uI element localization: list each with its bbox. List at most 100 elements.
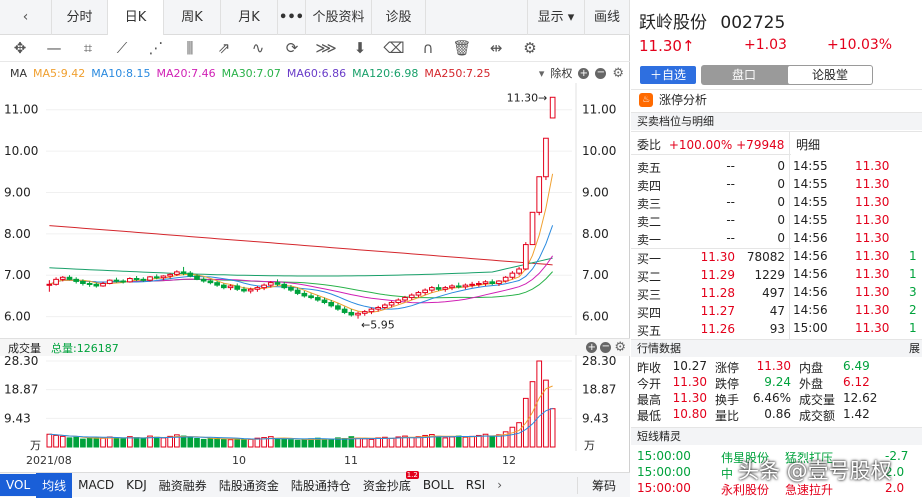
candle-body <box>261 284 267 289</box>
crop-icon[interactable]: ⌗ <box>71 35 105 62</box>
indicator-ma[interactable]: 均线 <box>36 472 73 498</box>
volume-chart[interactable]: 28.30 28.30 18.87 18.87 9.43 9.43 万 万 <box>0 355 630 451</box>
volume-bar <box>449 436 455 448</box>
cycle-icon[interactable]: ⟳ <box>275 35 309 62</box>
candle-body <box>174 271 180 275</box>
eraser-icon[interactable]: ⌫ <box>377 35 411 62</box>
indicator-kdj[interactable]: KDJ <box>120 478 153 492</box>
tick-row: 14:56 11.30 1 <box>793 249 922 267</box>
candle-body <box>469 283 475 286</box>
arrow-down-icon[interactable]: ⬇ <box>343 35 377 62</box>
tab-monthly-k[interactable]: 月K <box>221 0 278 35</box>
tab-intraday[interactable]: 分时 <box>52 0 108 35</box>
tab-daily-k[interactable]: 日K <box>108 0 164 35</box>
vertical-lines-icon[interactable]: ⫼ <box>173 35 207 62</box>
split-icon[interactable]: ⇹ <box>479 35 513 62</box>
tab-forum[interactable]: 论股堂 <box>788 66 872 84</box>
ask-row: 卖四 -- 0 <box>631 177 791 195</box>
candle-body <box>502 276 509 282</box>
ma-dropdown-icon[interactable]: ▾ <box>539 67 545 80</box>
tab-weekly-k[interactable]: 周K <box>164 0 221 35</box>
back-icon[interactable]: ‹ <box>0 0 52 35</box>
quote-value: 11.30 <box>756 359 791 373</box>
crosshair-icon[interactable]: ✥ <box>3 35 37 62</box>
volume-bar <box>214 437 220 448</box>
indicator-hk-flow[interactable]: 陆股通资金 <box>213 477 285 494</box>
volume-bar <box>415 436 422 448</box>
date-tick: 10 <box>232 454 246 467</box>
bid-level: 买五 <box>637 324 662 338</box>
price-tick-left: 7.00 <box>4 268 31 282</box>
candle-body <box>147 276 153 281</box>
limit-up-analysis[interactable]: ♨ 涨停分析 <box>631 89 922 109</box>
add-watchlist-button[interactable]: ＋自选 <box>640 66 696 84</box>
ma-item: MA5:9.42 <box>33 66 86 80</box>
stock-header: 跃岭股份 002725 <box>639 8 919 33</box>
trend-channel-icon[interactable]: ⇗ <box>207 35 241 62</box>
indicator-vol[interactable]: VOL <box>0 474 37 496</box>
fibonacci-icon[interactable]: ⋙ <box>309 35 343 62</box>
draw-line-button[interactable]: 画线 <box>585 0 630 35</box>
indicator-boll[interactable]: BOLL <box>417 478 460 492</box>
chart-settings-icon[interactable]: ⚙ <box>612 66 624 81</box>
pattern-icon[interactable]: ⋰ <box>139 35 173 62</box>
indicator-margin[interactable]: 融资融券 <box>153 477 213 494</box>
ask-price: -- <box>726 195 735 209</box>
settings-icon[interactable]: ⚙ <box>513 35 547 62</box>
volume-bar <box>59 435 66 448</box>
candle-body <box>496 280 502 284</box>
add-indicator-icon[interactable]: + <box>578 67 590 79</box>
volume-remove-icon[interactable]: − <box>600 342 612 353</box>
fan-lines-icon[interactable]: ⟋ <box>105 35 139 62</box>
tab-stock-profile[interactable]: 个股资料 <box>306 0 372 35</box>
detail-label: 明细 <box>796 138 821 152</box>
tick-price: 11.30 <box>855 249 890 263</box>
volume-bar <box>207 438 214 448</box>
candle-body <box>59 276 66 280</box>
indicator-bottom-fishing[interactable]: 资金抄底 1.2 <box>357 470 419 494</box>
volume-bar <box>469 435 475 448</box>
ma250-line <box>49 225 553 266</box>
volume-settings-icon[interactable]: ⚙ <box>614 340 626 355</box>
ask-level: 卖四 <box>637 179 662 193</box>
adjust-label[interactable]: 除权 <box>550 65 572 81</box>
stock-name: 跃岭股份 <box>639 13 707 33</box>
quote-expand[interactable]: 展 <box>909 340 920 357</box>
display-dropdown[interactable]: 显示 ▾ <box>527 0 585 35</box>
quote-label: 量比 <box>715 409 740 423</box>
volume-bar <box>355 437 361 448</box>
vol-unit-right: 万 <box>584 439 595 451</box>
trash-icon[interactable]: 🗑 <box>445 35 479 62</box>
volume-add-icon[interactable]: + <box>586 342 598 353</box>
magnet-icon[interactable]: ∩ <box>411 35 445 62</box>
volume-bar <box>536 360 543 448</box>
tab-pankou[interactable]: 盘口 <box>701 65 787 85</box>
quote-row: 今开 11.30 跌停 9.24 外盘 6.12 <box>631 375 922 391</box>
chip-distribution-button[interactable]: 筹码 <box>576 476 630 494</box>
bid-volume: 47 <box>769 304 785 318</box>
quote-label: 内盘 <box>799 361 824 375</box>
quote-value: 6.12 <box>843 375 870 389</box>
indicator-next-icon[interactable]: › <box>491 478 508 492</box>
candle-body <box>335 305 341 310</box>
indicator-macd[interactable]: MACD <box>72 478 120 492</box>
candle-body <box>247 288 254 292</box>
vol-tick-right: 18.87 <box>582 383 616 397</box>
more-tabs-icon[interactable]: ••• <box>278 0 306 35</box>
section-quote: 行情数据 展 <box>631 339 922 357</box>
tick-row: 14:56 11.30 1 <box>793 267 922 285</box>
line-segment-icon[interactable]: — <box>37 35 71 62</box>
drawing-toolbar: ✥ — ⌗ ⟋ ⋰ ⫼ ⇗ ∿ ⟳ ⋙ ⬇ ⌫ ∩ 🗑 ⇹ ⚙ <box>0 35 630 62</box>
candlestick-chart[interactable]: 11.00 11.00 10.00 10.00 9.00 9.00 8.00 8.00 7.00… <box>0 83 630 335</box>
tab-diagnosis[interactable]: 诊股 <box>372 0 426 35</box>
bid-level: 买三 <box>637 288 662 302</box>
wave-icon[interactable]: ∿ <box>241 35 275 62</box>
quote-label: 成交额 <box>799 409 836 423</box>
ma-item: MA30:7.07 <box>221 66 281 80</box>
candle-body <box>522 244 529 270</box>
remove-indicator-icon[interactable]: − <box>595 67 607 79</box>
indicator-hk-holding[interactable]: 陆股通持仓 <box>285 477 357 494</box>
volume-bar <box>86 437 93 448</box>
indicator-rsi[interactable]: RSI <box>460 478 492 492</box>
date-axis: 2021/08 10 11 12 <box>0 451 630 471</box>
